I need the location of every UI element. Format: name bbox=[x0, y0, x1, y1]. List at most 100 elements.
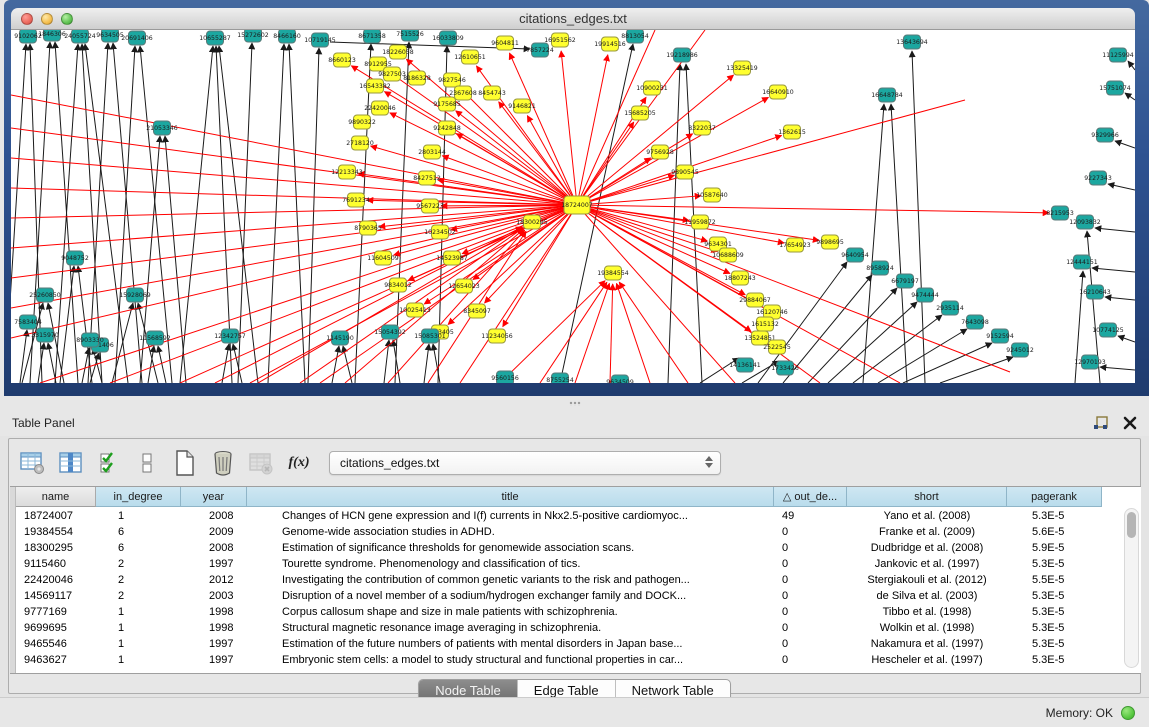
close-window-button[interactable] bbox=[21, 13, 33, 25]
table-cell[interactable]: Franke et al. (2009) bbox=[847, 524, 1007, 540]
table-cell[interactable]: 22420046 bbox=[16, 572, 96, 588]
close-panel-icon[interactable] bbox=[1119, 414, 1141, 432]
graph-node[interactable]: 9560156 bbox=[491, 371, 519, 383]
table-row[interactable]: 946362711997Embryonic stem cells: a mode… bbox=[16, 652, 1102, 668]
table-row[interactable]: 911546021997Tourette syndrome. Phenomeno… bbox=[16, 556, 1102, 572]
table-row[interactable]: 2242004622012Investigating the contribut… bbox=[16, 572, 1102, 588]
graph-node[interactable]: 9756928 bbox=[646, 145, 674, 159]
graph-edge[interactable] bbox=[540, 282, 607, 383]
zoom-window-button[interactable] bbox=[61, 13, 73, 25]
graph-node[interactable]: 1145190 bbox=[326, 331, 354, 345]
table-cell[interactable]: Estimation of the future numbers of pati… bbox=[247, 636, 774, 652]
graph-node[interactable]: 7515526 bbox=[396, 30, 424, 41]
table-cell[interactable]: Changes of HCN gene expression and I(f) … bbox=[247, 508, 774, 524]
graph-edge[interactable] bbox=[575, 283, 609, 383]
table-row[interactable]: 1456911722003Disruption of a novel membe… bbox=[16, 588, 1102, 604]
graph-edge[interactable] bbox=[1095, 228, 1135, 232]
column-header-3[interactable]: title bbox=[247, 487, 774, 507]
table-cell[interactable]: Estimation of significance thresholds fo… bbox=[247, 540, 774, 556]
graph-node[interactable]: 10719145 bbox=[304, 33, 336, 47]
table-cell[interactable]: 2 bbox=[96, 556, 181, 572]
table-cell[interactable]: 1998 bbox=[181, 604, 247, 620]
splitter-handle-icon[interactable] bbox=[569, 401, 581, 406]
graph-node[interactable]: 18724007 bbox=[561, 196, 593, 214]
graph-node[interactable]: 8215953 bbox=[1046, 206, 1074, 220]
table-cell[interactable]: Investigating the contribution of common… bbox=[247, 572, 774, 588]
table-cell[interactable]: 1 bbox=[96, 604, 181, 620]
table-row[interactable]: 1938455462009Genome-wide association stu… bbox=[16, 524, 1102, 540]
graph-edge[interactable] bbox=[11, 44, 26, 383]
table-cell[interactable]: 5.3E-5 bbox=[1007, 588, 1102, 604]
graph-edge[interactable] bbox=[233, 344, 242, 383]
graph-edge[interactable] bbox=[853, 315, 942, 383]
graph-node[interactable]: 9048752 bbox=[61, 251, 89, 265]
function-builder-icon[interactable]: f(x) bbox=[285, 449, 313, 477]
table-cell[interactable]: 1998 bbox=[181, 620, 247, 636]
graph-edge[interactable] bbox=[577, 205, 751, 332]
scrollbar-thumb[interactable] bbox=[1127, 512, 1136, 538]
graph-edge[interactable] bbox=[113, 43, 142, 383]
graph-node[interactable]: 8454743 bbox=[478, 86, 506, 100]
graph-node[interactable]: 9640954 bbox=[841, 248, 869, 262]
table-cell[interactable]: 0 bbox=[774, 540, 847, 556]
graph-edge[interactable] bbox=[808, 288, 897, 383]
table-cell[interactable]: 9777169 bbox=[16, 604, 96, 620]
graph-node[interactable]: 9634505 bbox=[96, 30, 124, 42]
graph-edge[interactable] bbox=[78, 266, 92, 383]
graph-node[interactable]: 8466160 bbox=[273, 30, 301, 43]
table-cell[interactable]: 5.3E-5 bbox=[1007, 556, 1102, 572]
graph-node[interactable]: 15751074 bbox=[1099, 81, 1131, 95]
graph-node[interactable]: 19384554 bbox=[597, 266, 629, 280]
table-cell[interactable]: 5.3E-5 bbox=[1007, 636, 1102, 652]
graph-edge[interactable] bbox=[82, 44, 102, 383]
table-cell[interactable]: Dudbridge et al. (2008) bbox=[847, 540, 1007, 556]
table-cell[interactable]: 0 bbox=[774, 636, 847, 652]
table-cell[interactable]: 19384554 bbox=[16, 524, 96, 540]
table-cell[interactable]: Yano et al. (2008) bbox=[847, 508, 1007, 524]
graph-edge[interactable] bbox=[619, 282, 688, 383]
graph-node[interactable]: 12610651 bbox=[454, 50, 486, 64]
graph-edge[interactable] bbox=[891, 104, 907, 383]
graph-edge[interactable] bbox=[110, 205, 577, 383]
table-cell[interactable]: de Silva et al. (2003) bbox=[847, 588, 1007, 604]
table-selector-dropdown[interactable]: citations_edges.txt bbox=[329, 451, 721, 475]
graph-node[interactable]: 10774125 bbox=[1092, 323, 1124, 337]
graph-edge[interactable] bbox=[424, 344, 429, 383]
table-cell[interactable]: 2 bbox=[96, 572, 181, 588]
table-cell[interactable]: 1 bbox=[96, 652, 181, 668]
table-cell[interactable]: Hescheler et al. (1997) bbox=[847, 652, 1007, 668]
graph-edge[interactable] bbox=[1128, 61, 1135, 70]
select-all-icon[interactable] bbox=[95, 449, 123, 477]
graph-node[interactable]: 3315970 bbox=[31, 328, 59, 342]
table-cell[interactable]: 1 bbox=[96, 636, 181, 652]
graph-node[interactable]: 19218986 bbox=[666, 48, 698, 62]
graph-node[interactable]: 21053346 bbox=[146, 121, 178, 135]
graph-node[interactable]: 10234502 bbox=[424, 225, 456, 239]
graph-node[interactable]: 13325419 bbox=[726, 61, 758, 75]
table-mode-icon[interactable] bbox=[19, 449, 47, 477]
graph-edge[interactable] bbox=[11, 95, 577, 205]
table-cell[interactable]: 5.9E-5 bbox=[1007, 540, 1102, 556]
column-header-6[interactable]: pagerank bbox=[1007, 487, 1102, 507]
table-cell[interactable]: Disruption of a novel member of a sodium… bbox=[247, 588, 774, 604]
table-cell[interactable]: 5.3E-5 bbox=[1007, 620, 1102, 636]
network-canvas[interactable]: 8660123891295518226058982750316543382818… bbox=[11, 30, 1135, 383]
graph-edge[interactable] bbox=[577, 175, 674, 205]
table-cell[interactable]: 9465546 bbox=[16, 636, 96, 652]
graph-node[interactable]: 9152594 bbox=[986, 329, 1014, 343]
graph-edge[interactable] bbox=[561, 51, 577, 205]
graph-edge[interactable] bbox=[11, 158, 577, 205]
graph-node[interactable]: 16033809 bbox=[432, 31, 464, 45]
graph-node[interactable]: 16951562 bbox=[544, 33, 576, 47]
delete-rows-icon[interactable] bbox=[209, 449, 237, 477]
table-cell[interactable]: 14569117 bbox=[16, 588, 96, 604]
table-cell[interactable]: 2009 bbox=[181, 524, 247, 540]
table-cell[interactable]: 5.6E-5 bbox=[1007, 524, 1102, 540]
graph-edge[interactable] bbox=[112, 303, 133, 383]
table-cell[interactable]: 2012 bbox=[181, 572, 247, 588]
graph-node[interactable]: 8671358 bbox=[358, 30, 386, 43]
graph-node[interactable]: 9146821 bbox=[508, 99, 536, 113]
graph-node[interactable]: 20691406 bbox=[121, 31, 153, 45]
graph-edge[interactable] bbox=[940, 357, 1013, 383]
column-header-0[interactable]: name bbox=[16, 487, 96, 507]
